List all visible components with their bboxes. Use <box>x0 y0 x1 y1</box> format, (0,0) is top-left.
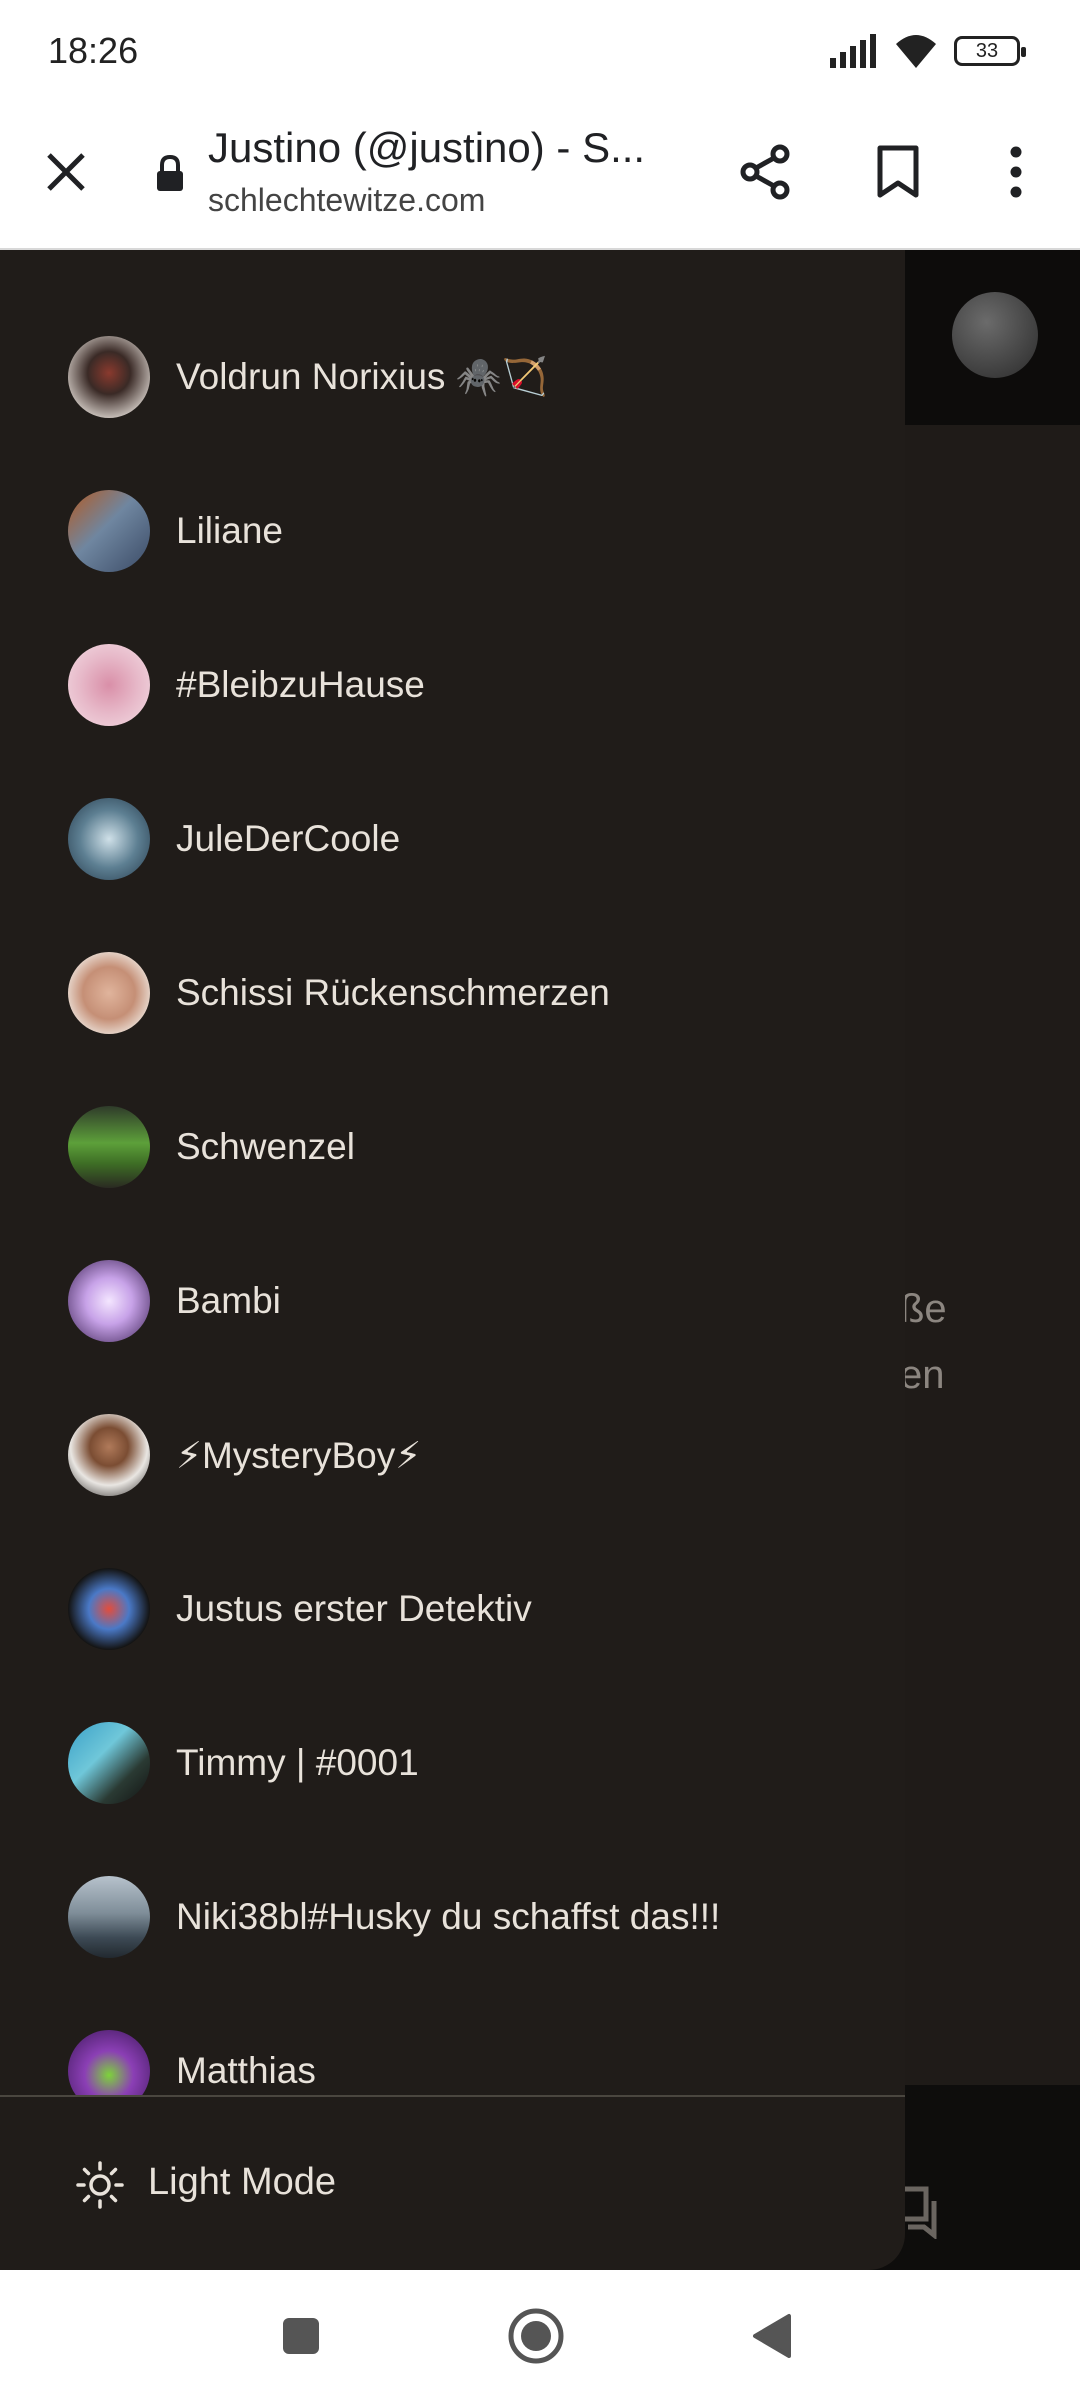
avatar <box>68 336 150 418</box>
battery-level: 33 <box>975 39 999 62</box>
lock-icon[interactable] <box>150 152 190 196</box>
drawer-item-label: JuleDerCoole <box>176 818 401 859</box>
page-text-fragment: en <box>900 1353 945 1397</box>
share-icon <box>740 144 790 200</box>
drawer-item-label: Liliane <box>176 510 283 551</box>
bookmark-icon <box>877 145 919 198</box>
wifi-icon <box>896 35 936 68</box>
drawer-list: Voldrun Norixius 🕷️🏹 Liliane #BleibzuHau… <box>0 250 905 2095</box>
drawer-item[interactable]: Bambi <box>0 1224 905 1378</box>
drawer-item-label: Voldrun Norixius 🕷️🏹 <box>176 355 548 397</box>
drawer-item-label: Bambi <box>176 1280 281 1321</box>
avatar <box>68 2030 150 2095</box>
drawer-item[interactable]: Timmy | #0001 <box>0 1686 905 1840</box>
drawer-item[interactable]: #BleibzuHause <box>0 608 905 762</box>
browser-toolbar: Justino (@justino) - S... schlechtewitze… <box>0 100 1080 250</box>
avatar <box>68 644 150 726</box>
home-button[interactable] <box>500 2300 572 2372</box>
avatar <box>68 1260 150 1342</box>
close-tab-button[interactable] <box>30 136 102 208</box>
drawer-item[interactable]: Liliane <box>0 454 905 608</box>
drawer-item[interactable]: Niki38bl#Husky du schaffst das!!! <box>0 1840 905 1994</box>
drawer-item-label: ⚡MysteryBoy⚡ <box>176 1434 422 1476</box>
status-time: 18:26 <box>48 30 139 71</box>
back-triangle-icon <box>753 2314 791 2358</box>
light-mode-toggle[interactable]: Light Mode <box>0 2097 905 2270</box>
drawer-item-label: Schwenzel <box>176 1126 355 1167</box>
avatar <box>68 490 150 572</box>
share-button[interactable] <box>730 136 802 208</box>
drawer-item[interactable]: JuleDerCoole <box>0 762 905 916</box>
signal-icon <box>830 34 876 68</box>
drawer-item[interactable]: Voldrun Norixius 🕷️🏹 <box>0 300 905 454</box>
drawer-item[interactable]: Schwenzel <box>0 1070 905 1224</box>
drawer-item[interactable]: ⚡MysteryBoy⚡ <box>0 1378 905 1532</box>
navigation-drawer: Voldrun Norixius 🕷️🏹 Liliane #BleibzuHau… <box>0 250 905 2270</box>
page-text-fragment: ße <box>900 1287 947 1331</box>
status-bar: 18:26 33 <box>0 0 1080 100</box>
close-icon <box>47 153 85 191</box>
sun-icon <box>76 2161 124 2209</box>
avatar <box>68 798 150 880</box>
back-button[interactable] <box>735 2300 807 2372</box>
drawer-item[interactable]: Justus erster Detektiv <box>0 1532 905 1686</box>
more-options-button[interactable] <box>980 136 1052 208</box>
drawer-item[interactable]: Matthias <box>0 1994 905 2095</box>
avatar <box>68 1876 150 1958</box>
more-vert-icon <box>1010 146 1022 198</box>
recents-button[interactable] <box>265 2300 337 2372</box>
page-url[interactable]: schlechtewitze.com <box>208 182 485 219</box>
square-icon <box>283 2318 319 2354</box>
avatar <box>68 1106 150 1188</box>
avatar <box>68 952 150 1034</box>
drawer-item-label: Schissi Rückenschmerzen <box>176 972 610 1013</box>
avatar <box>68 1568 150 1650</box>
home-circle-icon <box>508 2308 564 2364</box>
status-icons: 33 <box>830 32 1026 70</box>
drawer-item[interactable]: Schissi Rückenschmerzen <box>0 916 905 1070</box>
drawer-item-label: Timmy | #0001 <box>176 1742 419 1783</box>
drawer-item-label: Matthias <box>176 2050 316 2091</box>
light-mode-label: Light Mode <box>148 2161 337 2203</box>
drawer-item-label: Justus erster Detektiv <box>176 1588 532 1629</box>
system-nav-bar <box>0 2270 1080 2400</box>
avatar <box>68 1722 150 1804</box>
bookmark-button[interactable] <box>862 136 934 208</box>
battery-icon: 33 <box>954 36 1026 66</box>
profile-avatar[interactable] <box>952 292 1038 378</box>
page-title[interactable]: Justino (@justino) - S... <box>208 124 668 172</box>
avatar <box>68 1414 150 1496</box>
drawer-item-label: #BleibzuHause <box>176 664 425 705</box>
drawer-item-label: Niki38bl#Husky du schaffst das!!! <box>176 1896 721 1937</box>
